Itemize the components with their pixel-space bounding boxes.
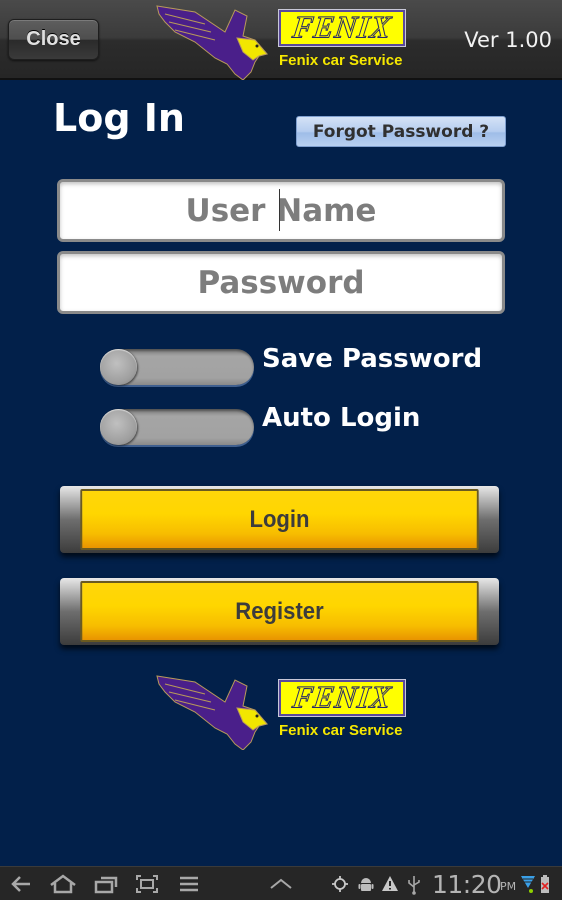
system-navigation-bar: 11:20 PM <box>0 866 562 900</box>
usb-icon <box>406 875 422 900</box>
password-field-wrapper <box>57 251 505 314</box>
save-password-label: Save Password <box>262 344 483 374</box>
forgot-password-button[interactable]: Forgot Password ? <box>296 116 506 147</box>
back-icon[interactable] <box>8 873 34 895</box>
login-button[interactable]: Login <box>60 486 499 553</box>
menu-icon[interactable] <box>177 873 201 895</box>
brand-wordmark: FENIX <box>279 10 405 46</box>
header-logo: FENIX Fenix car Service <box>155 0 415 80</box>
warning-icon <box>381 875 399 898</box>
brand-tagline: Fenix car Service <box>279 52 403 69</box>
username-input[interactable] <box>60 182 502 239</box>
clock-time: 11:20 <box>432 870 502 899</box>
screenshot-icon[interactable] <box>134 873 160 895</box>
wifi-icon <box>520 874 536 899</box>
brand-text: FENIX <box>290 680 394 716</box>
close-button[interactable]: Close <box>8 19 99 60</box>
save-password-toggle[interactable] <box>100 349 254 385</box>
gps-icon <box>331 875 349 898</box>
auto-login-toggle[interactable] <box>100 409 254 445</box>
android-debug-icon <box>357 875 375 898</box>
app-header: Close FENIX Fenix car Service Ver 1.00 <box>0 0 562 80</box>
brand-text: FENIX <box>290 10 394 46</box>
register-button-label[interactable]: Register <box>80 581 479 642</box>
brand-tagline: Fenix car Service <box>279 722 403 739</box>
toggle-knob[interactable] <box>100 349 137 385</box>
chevron-up-icon[interactable] <box>268 873 294 895</box>
toggle-knob[interactable] <box>100 409 137 445</box>
battery-icon <box>540 874 550 899</box>
brand-wordmark: FENIX <box>279 680 405 716</box>
page-title: Log In <box>53 96 185 140</box>
username-field-wrapper <box>57 179 505 242</box>
eagle-logo-icon <box>156 5 268 80</box>
recent-apps-icon[interactable] <box>93 873 119 895</box>
clock-ampm: PM <box>500 880 517 893</box>
password-input[interactable] <box>60 254 502 311</box>
version-label: Ver 1.00 <box>464 28 552 52</box>
register-button[interactable]: Register <box>60 578 499 645</box>
text-cursor <box>279 189 280 231</box>
footer-logo: FENIX Fenix car Service <box>155 670 415 750</box>
eagle-logo-icon <box>156 675 268 750</box>
home-icon[interactable] <box>48 873 78 895</box>
login-button-label[interactable]: Login <box>80 489 479 550</box>
auto-login-label: Auto Login <box>262 403 421 433</box>
